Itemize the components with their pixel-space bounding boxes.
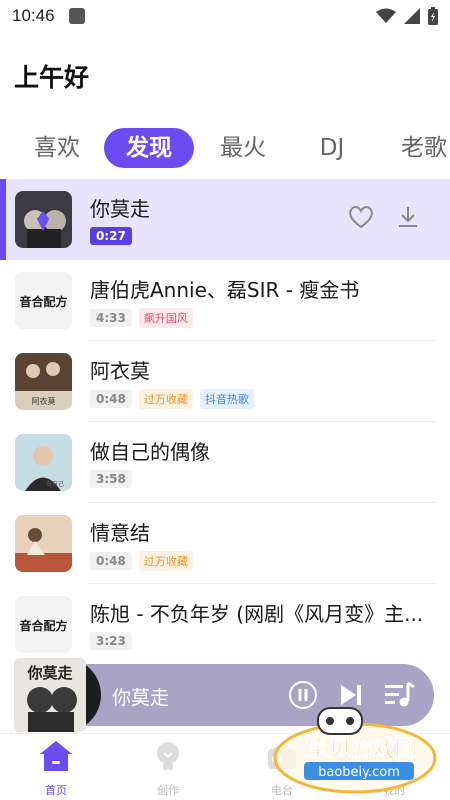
status-time: 10:46	[12, 6, 55, 25]
song-cover: 音合配方	[15, 596, 72, 653]
song-meta: 3:23	[90, 632, 132, 650]
song-title: 做自己的偶像	[90, 440, 210, 464]
song-title: 你莫走	[90, 197, 150, 221]
battery-icon	[428, 7, 438, 25]
cover-label: 音合配方	[19, 618, 67, 633]
download-icon[interactable]	[396, 205, 420, 229]
category-tabs: 喜欢 发现 最火 DJ 老歌	[0, 126, 450, 170]
bulb-icon	[157, 742, 179, 770]
nav-label: 创作	[157, 784, 179, 797]
song-meta: 0:48 过万收藏	[90, 551, 193, 571]
heart-icon[interactable]	[348, 205, 374, 229]
song-meta: 0:48 过万收藏 抖音热歌	[90, 389, 254, 409]
notification-icon	[68, 8, 85, 24]
nav-home[interactable]: 首页	[16, 738, 96, 798]
song-meta: 3:58	[90, 470, 132, 488]
duration-badge: 4:33	[90, 309, 132, 327]
song-row[interactable]: 阿衣莫 阿衣莫 0:48 过万收藏 抖音热歌	[0, 341, 450, 422]
cover-label: 做自己	[46, 480, 64, 488]
cover-label: 阿衣莫	[32, 396, 56, 406]
duration-badge: 0:48	[90, 390, 132, 408]
song-tag: 过万收藏	[138, 551, 193, 571]
watermark-url: baobeiy.com	[318, 765, 400, 780]
duration-badge: 0:27	[90, 227, 132, 245]
song-cover	[15, 515, 72, 572]
greeting-title: 上午好	[14, 63, 90, 92]
nav-label: 首页	[45, 784, 67, 797]
duration-badge: 0:48	[90, 552, 132, 570]
song-cover: 做自己	[15, 434, 72, 491]
watermark: 宝贝游戏网 baobeiy.com	[260, 700, 450, 800]
song-title: 情意结	[90, 521, 150, 545]
song-row[interactable]: 音合配方 唐伯虎Annie、磊SIR - 瘦金书 4:33 飙升国风	[0, 260, 450, 341]
nav-create[interactable]: 创作	[128, 738, 208, 798]
song-tag: 飙升国风	[138, 308, 193, 328]
song-tag: 过万收藏	[138, 389, 193, 409]
song-meta: 0:27	[90, 227, 132, 245]
song-list: 你莫走 0:27 音合配方 唐伯虎Annie、磊SIR - 瘦金书 4:33 飙…	[0, 179, 450, 665]
song-row[interactable]: 你莫走 0:27	[0, 179, 450, 260]
signal-icon	[404, 8, 420, 24]
tab-hottest[interactable]: 最火	[214, 126, 272, 170]
tab-discover[interactable]: 发现	[104, 128, 194, 168]
watermark-title: 宝贝游戏网	[307, 736, 417, 762]
song-title: 阿衣莫	[90, 359, 150, 383]
tab-like[interactable]: 喜欢	[28, 126, 86, 170]
song-cover: 阿衣莫	[15, 353, 72, 410]
song-title: 唐伯虎Annie、磊SIR - 瘦金书	[90, 278, 360, 302]
duration-badge: 3:23	[90, 632, 132, 650]
song-tag: 抖音热歌	[199, 389, 254, 409]
player-cover-text: 你莫走	[26, 664, 72, 682]
song-row[interactable]: 音合配方 陈旭 - 不负年岁 (网剧《风月变》主... 3:23	[0, 584, 450, 665]
duration-badge: 3:58	[90, 470, 132, 488]
wifi-icon	[376, 8, 396, 23]
song-cover	[15, 191, 72, 248]
song-title: 陈旭 - 不负年岁 (网剧《风月变》主...	[90, 602, 424, 626]
song-meta: 4:33 飙升国风	[90, 308, 193, 328]
row-actions	[348, 205, 420, 229]
player-title: 你莫走	[112, 687, 170, 709]
tab-old-songs[interactable]: 老歌	[395, 126, 450, 170]
cover-label: 音合配方	[19, 294, 67, 309]
status-icons	[376, 7, 438, 25]
player-cover: 你莫走	[14, 656, 101, 734]
song-cover: 音合配方	[15, 272, 72, 329]
song-row[interactable]: 情意结 0:48 过万收藏	[0, 503, 450, 584]
tab-dj[interactable]: DJ	[303, 126, 361, 170]
status-bar: 10:46	[0, 0, 450, 32]
song-row[interactable]: 做自己 做自己的偶像 3:58	[0, 422, 450, 503]
home-icon	[40, 741, 72, 771]
